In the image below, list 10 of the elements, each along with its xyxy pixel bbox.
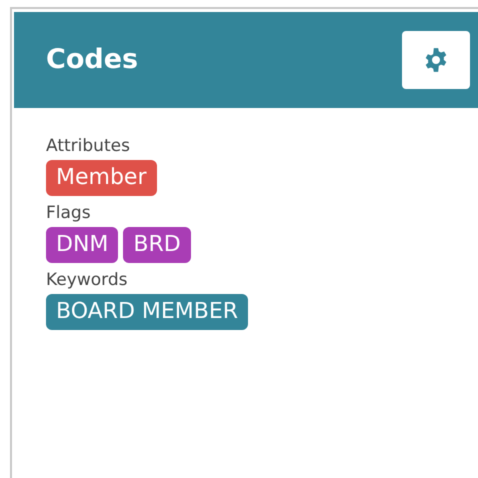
tag: BRD: [123, 227, 191, 263]
tag: DNM: [46, 227, 118, 263]
group-label: Keywords: [46, 269, 128, 292]
tag: BOARD MEMBER: [46, 294, 248, 330]
panel-title: Codes: [46, 44, 138, 76]
tag: Member: [46, 160, 156, 196]
settings-button[interactable]: [402, 31, 470, 89]
settings-icon: [423, 47, 449, 73]
group-label: Attributes: [46, 135, 131, 158]
group-label: Flags: [46, 202, 92, 225]
